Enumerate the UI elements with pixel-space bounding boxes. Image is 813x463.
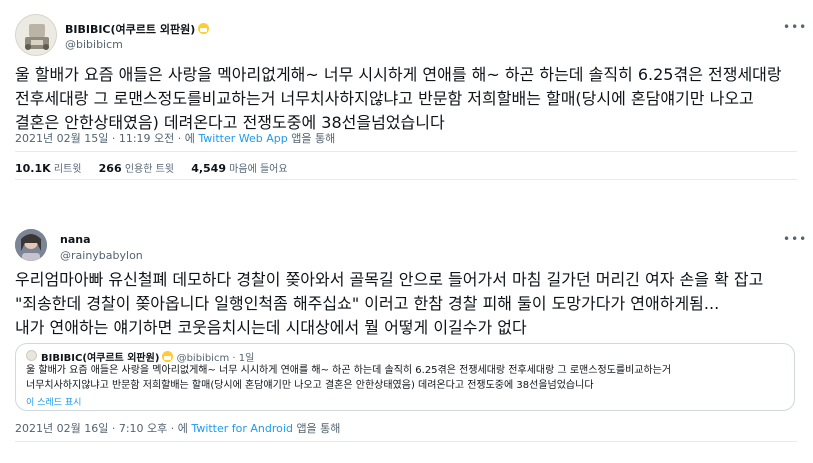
user-handle[interactable]: @bibibicm [65, 38, 123, 51]
tweet-meta: 2021년 02월 15일 · 11:19 오전 · 에 Twitter Web… [15, 130, 335, 146]
tweet-date[interactable]: 2021년 02월 16일 [15, 422, 108, 435]
meta-separator: · [177, 132, 182, 145]
quotes-stat[interactable]: 266 인용한 트윗 [98, 162, 174, 175]
meta-separator: · [170, 422, 175, 435]
divider [15, 179, 797, 180]
via-suffix: 앱을 통해 [291, 132, 336, 145]
mask-face-emoji-icon [162, 351, 174, 362]
avatar-photo-icon [15, 229, 47, 261]
quoted-text-line: 울 할배가 요즘 애들은 사랑을 멕아리없게해~ 너무 시시하게 연애를 해~ … [26, 365, 672, 376]
show-thread-link[interactable]: 이 스레드 표시 [26, 395, 81, 408]
retweets-label: 리트윗 [53, 164, 82, 175]
via-prefix: 에 [177, 422, 188, 435]
tweet-text-line: 전후세대랑 그 로맨스정도를비교하는거 너무치사하지않냐고 반문함 저희할배는 … [15, 89, 754, 108]
quoted-header: BIBIBIC(여쿠르트 외판원) @bibibicm · 1일 [41, 349, 254, 364]
tweet-text: 울 할배가 요즘 애들은 사랑을 멕아리없게해~ 너무 시시하게 연애를 해~ … [15, 63, 782, 135]
meta-separator: · [111, 132, 116, 145]
tweet-text-line: 우리엄마아빠 유신철폐 데모하다 경찰이 쫒아와서 골목길 안으로 들어가서 마… [15, 270, 764, 289]
tweet-text-line: 울 할배가 요즘 애들은 사랑을 멕아리없게해~ 너무 시시하게 연애를 해~ … [15, 65, 782, 84]
user-avatar[interactable] [15, 14, 57, 56]
tweet-text-line: "죄송한데 경찰이 쫒아옵니다 일행인척좀 해주십쇼" 이러고 한참 경찰 피해… [15, 294, 720, 313]
likes-label: 마음에 들어요 [229, 164, 288, 175]
avatar-illustration-icon [16, 15, 56, 55]
mask-face-emoji-icon [198, 23, 210, 34]
more-dots-icon[interactable]: ••• [783, 20, 807, 34]
source-link[interactable]: Twitter for Android [191, 422, 293, 435]
display-name-text[interactable]: BIBIBIC(여쿠르트 외판원) [65, 23, 195, 36]
likes-count: 4,549 [191, 162, 226, 175]
quoted-text: 울 할배가 요즘 애들은 사랑을 멕아리없게해~ 너무 시시하게 연애를 해~ … [26, 363, 671, 393]
tweet-meta: 2021년 02월 16일 · 7:10 오후 · 에 Twitter for … [15, 420, 340, 436]
tweet-date[interactable]: 2021년 02월 15일 [15, 132, 108, 145]
quoted-text-line: 너무치사하지않냐고 반문함 저희할배는 할매(당시에 혼담얘기만 나오고 결혼은… [26, 380, 594, 391]
tweet-text-line: 내가 연애하는 얘기하면 코웃음치시는데 시대상에서 뭘 어떻게 이길수가 없다 [15, 318, 527, 337]
user-avatar[interactable] [15, 229, 47, 261]
more-dots-icon[interactable]: ••• [783, 232, 807, 246]
via-suffix: 앱을 통해 [296, 422, 341, 435]
quoted-tweet[interactable]: BIBIBIC(여쿠르트 외판원) @bibibicm · 1일 울 할배가 요… [15, 343, 795, 411]
display-name[interactable]: nana [60, 233, 91, 246]
display-name[interactable]: BIBIBIC(여쿠르트 외판원) [65, 21, 210, 37]
user-handle[interactable]: @rainybabylon [60, 249, 143, 262]
quotes-count: 266 [98, 162, 122, 175]
quoted-avatar [26, 350, 37, 361]
source-link[interactable]: Twitter Web App [198, 132, 287, 145]
quotes-label: 인용한 트윗 [124, 164, 174, 175]
divider [15, 441, 797, 442]
tweet-time[interactable]: 11:19 오전 [119, 132, 174, 145]
tweet-time[interactable]: 7:10 오후 [119, 422, 167, 435]
tweet-text: 우리엄마아빠 유신철폐 데모하다 경찰이 쫒아와서 골목길 안으로 들어가서 마… [15, 268, 763, 340]
via-prefix: 에 [184, 132, 195, 145]
retweets-count: 10.1K [15, 162, 51, 175]
tweet-stats: 10.1K 리트윗 266 인용한 트윗 4,549 마음에 들어요 [15, 160, 302, 175]
likes-stat[interactable]: 4,549 마음에 들어요 [191, 162, 288, 175]
meta-separator: · [111, 422, 116, 435]
retweets-stat[interactable]: 10.1K 리트윗 [15, 162, 82, 175]
divider [15, 151, 797, 152]
